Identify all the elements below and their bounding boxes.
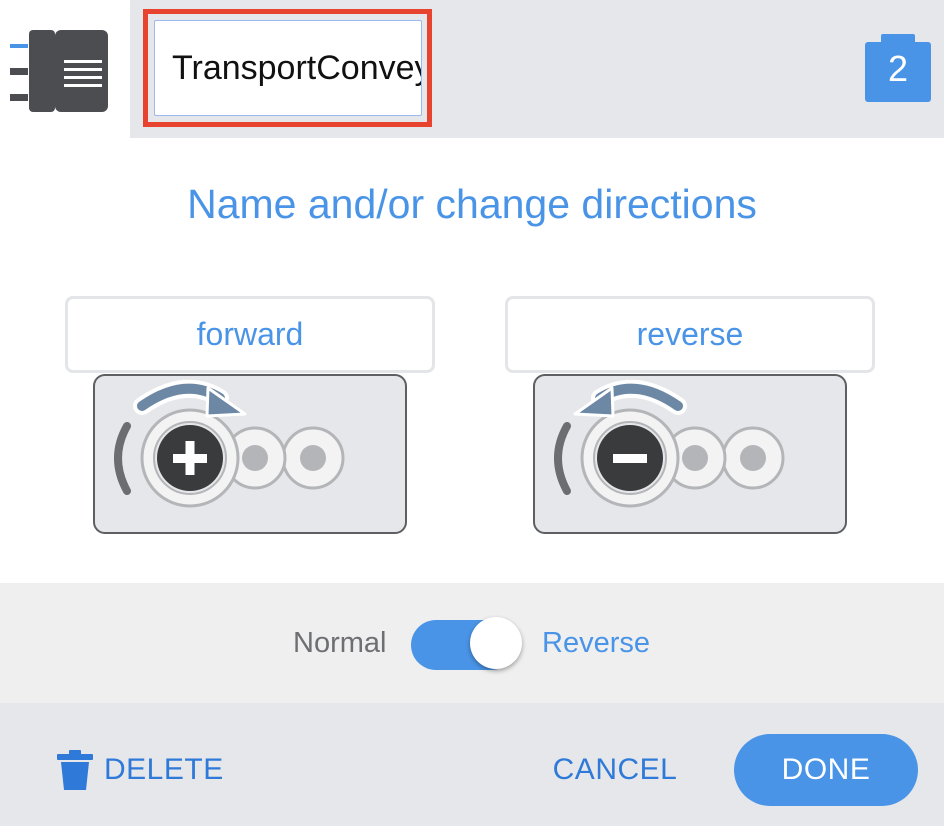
clockwise-motor-icon: + xyxy=(114,379,345,508)
page-title: Name and/or change directions xyxy=(187,181,757,227)
port-number: 2 xyxy=(887,48,909,89)
delete-button[interactable]: DELETE xyxy=(56,742,224,798)
reverse-name-button[interactable]: reverse xyxy=(505,296,875,373)
delete-label: DELETE xyxy=(104,753,224,786)
cancel-button[interactable]: CANCEL xyxy=(545,742,685,798)
device-name-input[interactable] xyxy=(154,20,422,116)
toggle-knob[interactable] xyxy=(470,617,522,669)
done-button[interactable]: DONE xyxy=(734,734,918,806)
header: 2 xyxy=(0,0,944,138)
toggle-normal-label[interactable]: Normal xyxy=(293,627,386,660)
device-brick-icon xyxy=(10,30,108,112)
toggle-reverse-label[interactable]: Reverse xyxy=(542,627,650,660)
trash-icon xyxy=(57,750,93,790)
forward-name-button[interactable]: forward xyxy=(65,296,435,373)
reverse-motor-card xyxy=(533,374,847,534)
counterclockwise-motor-icon xyxy=(554,379,785,508)
forward-motor-card: + xyxy=(93,374,407,534)
